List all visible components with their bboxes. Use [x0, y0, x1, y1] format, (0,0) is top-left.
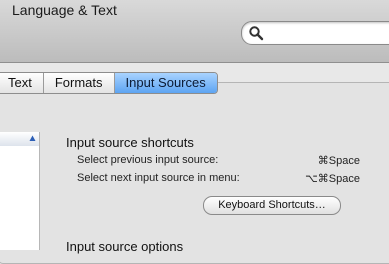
- search-icon: [249, 26, 264, 41]
- search-field[interactable]: [241, 21, 389, 45]
- shortcuts-heading: Input source shortcuts: [66, 135, 194, 150]
- tab-text[interactable]: Text: [0, 73, 44, 93]
- shortcut-key-next: ⌥⌘Space: [305, 173, 360, 185]
- tab-bar: Text Formats Input Sources: [0, 72, 218, 94]
- input-source-list-header[interactable]: [0, 132, 40, 147]
- search-input[interactable]: [266, 24, 389, 42]
- input-source-list[interactable]: [0, 146, 40, 250]
- keyboard-shortcuts-button[interactable]: Keyboard Shortcuts…: [203, 196, 341, 215]
- shortcut-key-previous: ⌘Space: [317, 155, 360, 167]
- shortcut-label-previous: Select previous input source:: [77, 154, 219, 166]
- options-heading: Input source options: [66, 239, 184, 254]
- window-title: Language & Text: [12, 2, 117, 18]
- sort-ascending-icon: [29, 135, 36, 141]
- title-bar: Language & Text: [0, 0, 389, 63]
- tab-formats[interactable]: Formats: [44, 73, 115, 93]
- shortcut-label-next: Select next input source in menu:: [77, 172, 240, 184]
- tab-input-sources[interactable]: Input Sources: [114, 73, 217, 93]
